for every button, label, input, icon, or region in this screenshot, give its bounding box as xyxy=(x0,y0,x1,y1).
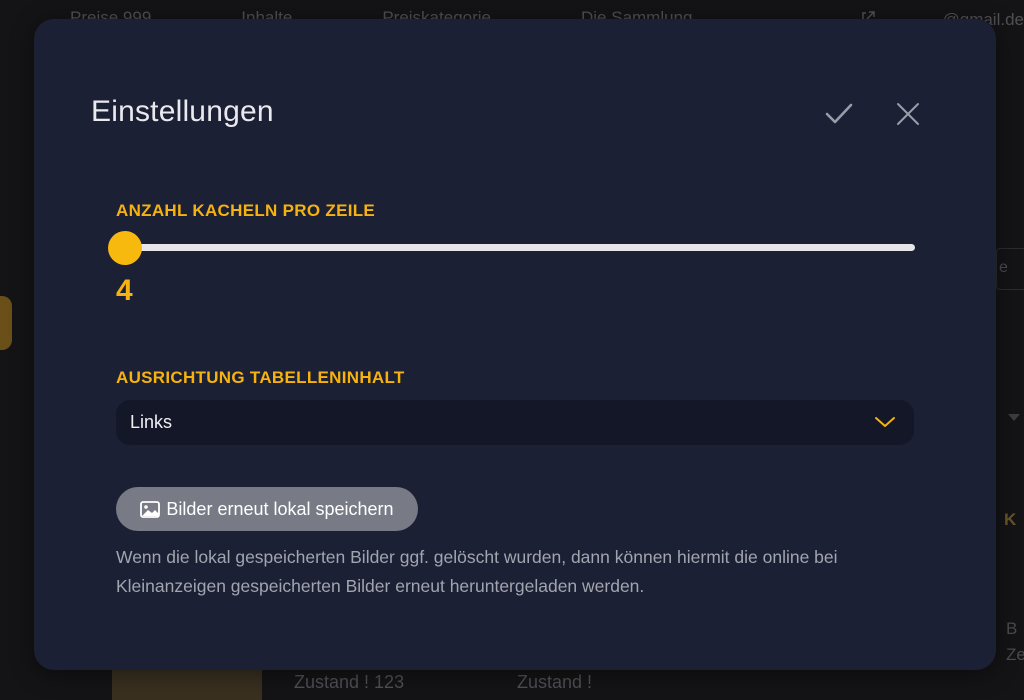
redownload-images-help-text: Wenn die lokal gespeicherten Bilder ggf.… xyxy=(116,547,838,596)
background-right-heading: K xyxy=(1004,510,1017,529)
modal-title: Einstellungen xyxy=(91,95,274,128)
tiles-slider-thumb[interactable] xyxy=(108,231,142,265)
background-card-condition: Zustand ! 123 xyxy=(294,672,405,692)
table-alignment-selected-value: Links xyxy=(130,412,173,432)
background-right-box: e xyxy=(996,248,1024,290)
tiles-per-row-label: ANZAHL KACHELN PRO ZEILE xyxy=(116,201,376,220)
confirm-button[interactable] xyxy=(820,97,858,131)
close-icon xyxy=(897,103,919,125)
image-icon xyxy=(140,500,161,518)
redownload-images-label: Bilder erneut lokal speichern xyxy=(166,498,394,519)
background-caret-icon xyxy=(1008,414,1020,421)
check-icon xyxy=(825,103,853,124)
table-alignment-select[interactable]: Links xyxy=(116,400,914,445)
background-right-line: Ze xyxy=(1006,645,1024,664)
background-right-line: B xyxy=(1006,619,1018,638)
chevron-down-icon xyxy=(875,417,895,427)
background-card-condition: Zustand ! xyxy=(517,672,593,692)
redownload-images-button[interactable]: Bilder erneut lokal speichern xyxy=(116,487,418,531)
background-side-tab xyxy=(0,296,12,350)
background-right-text: B Ze xyxy=(1006,616,1024,668)
settings-modal: Einstellungen ANZAHL KACHELN PRO ZEILE 4… xyxy=(34,19,996,670)
close-button[interactable] xyxy=(890,97,926,131)
tiles-slider-track[interactable] xyxy=(122,244,915,251)
table-alignment-label: AUSRICHTUNG TABELLENINHALT xyxy=(116,368,405,387)
tiles-slider-value: 4 xyxy=(116,274,133,307)
